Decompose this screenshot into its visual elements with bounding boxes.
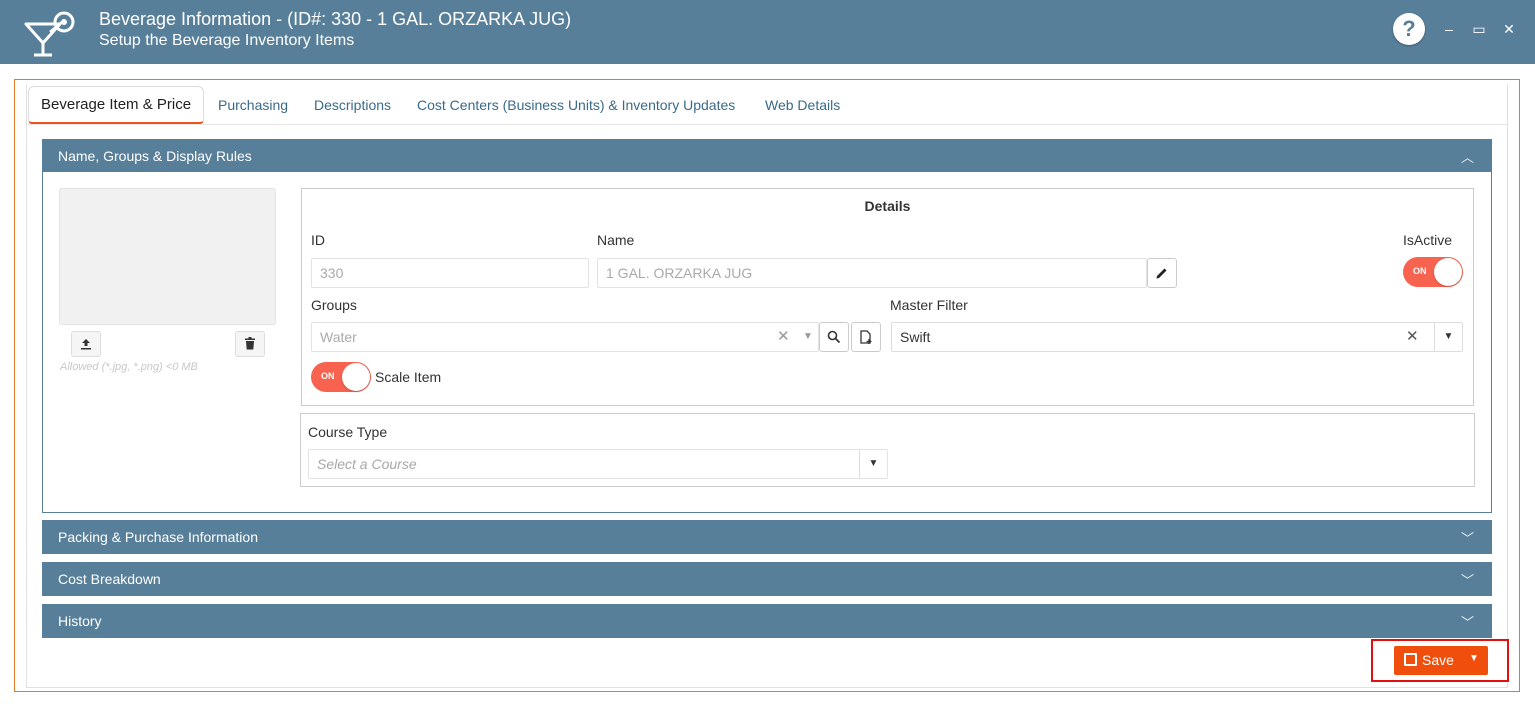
cocktail-glass-icon (24, 11, 75, 57)
chevron-down-icon[interactable]: ﹀ (1461, 570, 1474, 589)
pencil-icon (1156, 268, 1167, 279)
name-field: 1 GAL. ORZARKA JUG (597, 258, 1147, 288)
name-label: Name (597, 232, 635, 248)
clear-groups-icon[interactable]: ✕ (777, 323, 790, 351)
toggle-on-text: ON (321, 371, 335, 381)
groups-select[interactable]: Water ✕ ▼ (311, 322, 819, 352)
item-image-placeholder[interactable] (59, 188, 276, 325)
app-header: Beverage Information - (ID#: 330 - 1 GAL… (0, 0, 1535, 64)
course-type-panel: Course Type Select a Course ▼ (300, 413, 1475, 487)
minimize-button[interactable]: – (1441, 20, 1457, 38)
save-dropdown-icon[interactable]: ▼ (1469, 653, 1479, 664)
master-filter-value: Swift (900, 329, 931, 345)
id-field: 330 (311, 258, 589, 288)
edit-name-button[interactable] (1147, 258, 1177, 288)
delete-image-button[interactable] (235, 331, 265, 357)
save-button[interactable]: Save ▼ (1394, 646, 1488, 675)
groups-value: Water (320, 329, 357, 345)
tab-descriptions[interactable]: Descriptions (314, 97, 391, 113)
toggle-on-text: ON (1413, 266, 1427, 276)
master-filter-select[interactable]: Swift ✕ ▼ (891, 322, 1463, 352)
groups-label: Groups (311, 297, 357, 313)
tab-purchasing[interactable]: Purchasing (218, 97, 288, 113)
window-title: Beverage Information - (ID#: 330 - 1 GAL… (99, 9, 572, 29)
details-title: Details (864, 198, 911, 214)
upload-image-button[interactable] (71, 331, 101, 357)
chevron-up-icon[interactable]: ︿ (1461, 147, 1474, 166)
tab-web-details[interactable]: Web Details (765, 97, 840, 113)
master-filter-label: Master Filter (890, 297, 968, 313)
section-history-header[interactable]: History ﹀ (42, 604, 1492, 638)
section-packing-header[interactable]: Packing & Purchase Information ﹀ (42, 520, 1492, 554)
window-subtitle: Setup the Beverage Inventory Items (99, 32, 355, 49)
chevron-down-icon[interactable]: ﹀ (1461, 528, 1474, 547)
tab-bar: Beverage Item & Price Purchasing Descrip… (27, 84, 1509, 125)
chevron-down-icon[interactable]: ﹀ (1461, 612, 1474, 631)
tab-beverage-item-price[interactable]: Beverage Item & Price (28, 86, 205, 124)
new-document-icon (860, 330, 872, 344)
section-title: Name, Groups & Display Rules (58, 148, 252, 164)
isactive-toggle[interactable]: ON (1403, 257, 1463, 287)
toggle-knob (1434, 258, 1462, 286)
section-title: Cost Breakdown (58, 571, 161, 587)
trash-icon (245, 337, 255, 350)
add-group-button[interactable] (851, 322, 881, 352)
search-icon (827, 330, 841, 344)
search-groups-button[interactable] (819, 322, 849, 352)
section-title: History (58, 613, 102, 629)
course-type-placeholder: Select a Course (317, 456, 417, 472)
course-dropdown-icon[interactable]: ▼ (859, 450, 887, 478)
allowed-file-types: Allowed (*.jpg, *.png) <0 MB (60, 361, 198, 373)
groups-dropdown-icon[interactable]: ▼ (803, 323, 813, 351)
close-button[interactable]: ✕ (1501, 20, 1517, 38)
course-type-select[interactable]: Select a Course ▼ (308, 449, 888, 479)
details-panel: Details ID 330 Name 1 GAL. ORZARKA JUG I… (301, 188, 1474, 406)
floppy-disk-icon (1404, 653, 1417, 666)
help-button[interactable]: ? (1393, 13, 1425, 45)
toggle-knob (342, 363, 370, 391)
section-cost-breakdown-header[interactable]: Cost Breakdown ﹀ (42, 562, 1492, 596)
isactive-label: IsActive (1403, 232, 1453, 248)
scale-item-toggle[interactable]: ON (311, 362, 371, 392)
maximize-button[interactable]: ▭ (1471, 20, 1487, 38)
tab-cost-centers[interactable]: Cost Centers (Business Units) & Inventor… (417, 97, 735, 113)
section-title: Packing & Purchase Information (58, 529, 258, 545)
section-name-groups-header[interactable]: Name, Groups & Display Rules ︿ (42, 139, 1492, 173)
id-label: ID (311, 232, 325, 248)
save-label: Save (1422, 652, 1454, 668)
scale-item-label: Scale Item (375, 369, 442, 385)
course-type-label: Course Type (308, 424, 388, 440)
clear-master-filter-icon[interactable]: ✕ (1406, 323, 1419, 351)
upload-icon (81, 339, 91, 350)
master-filter-dropdown-icon[interactable]: ▼ (1434, 323, 1462, 351)
section-name-groups-body: Allowed (*.jpg, *.png) <0 MB Details ID … (42, 172, 1492, 513)
